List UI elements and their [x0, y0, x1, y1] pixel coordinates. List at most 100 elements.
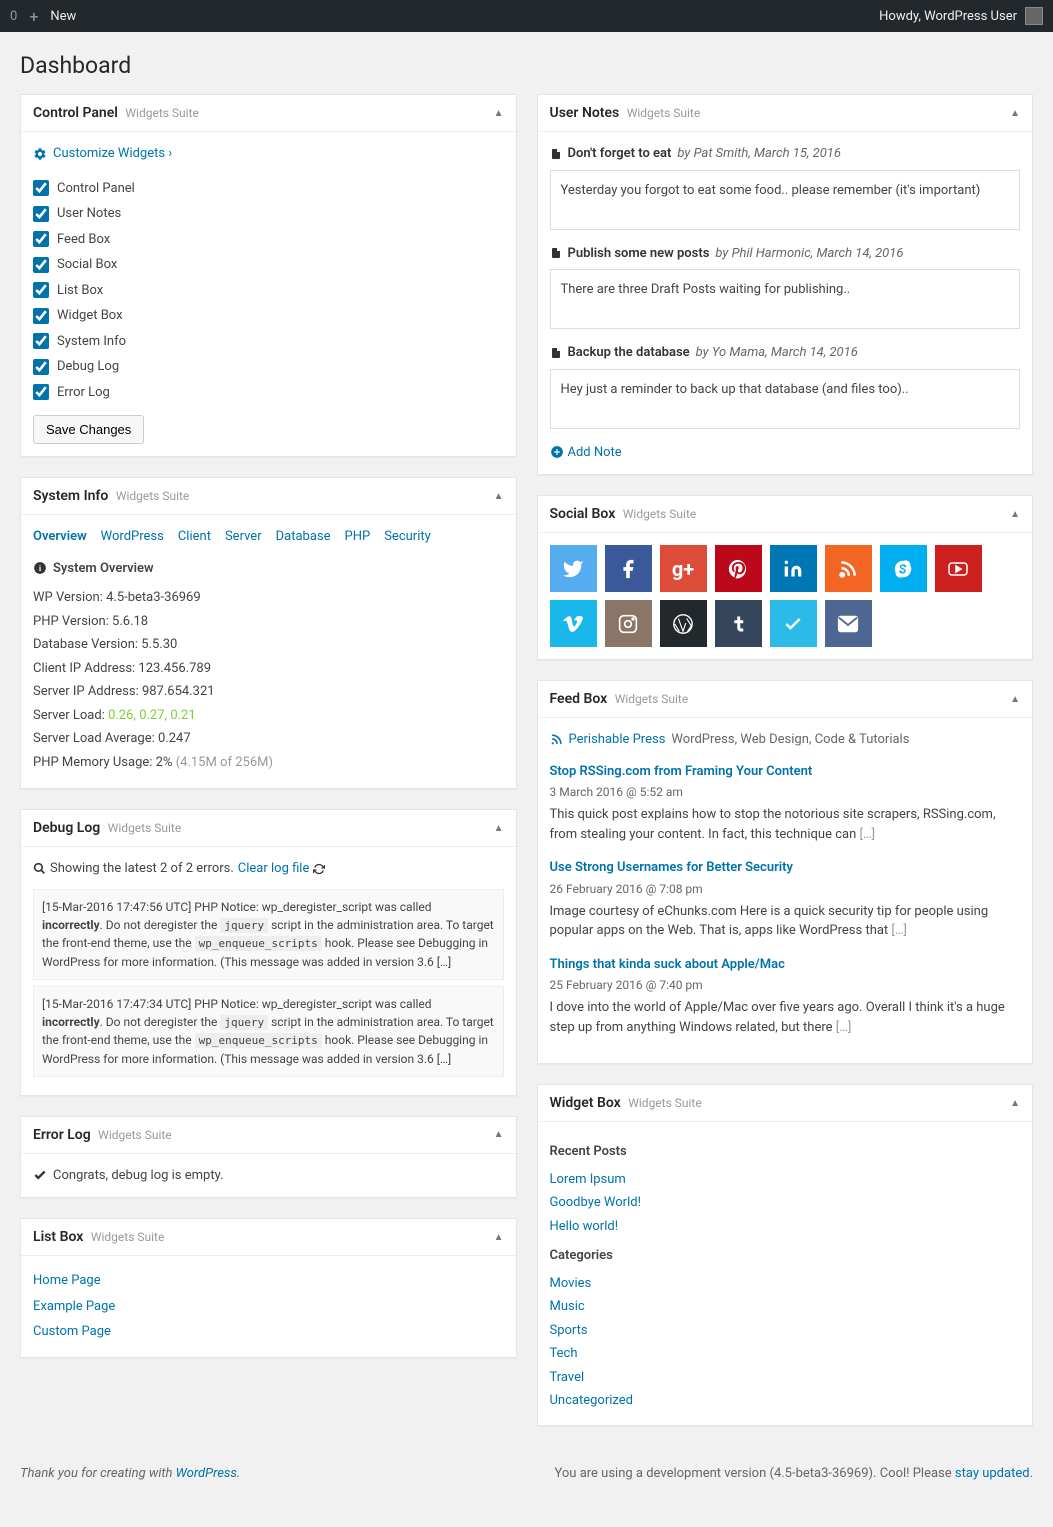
clear-log-link[interactable]: Clear log file — [238, 859, 310, 879]
control-panel-title: Control Panel Widgets Suite — [33, 105, 199, 121]
avatar[interactable] — [1025, 7, 1043, 25]
recent-post-link[interactable]: Hello world! — [550, 1219, 619, 1234]
rss-icon[interactable] — [825, 545, 872, 592]
widget-checkbox[interactable] — [33, 333, 49, 349]
php-memory: PHP Memory Usage: 2% (4.15M of 256M) — [33, 753, 504, 773]
foursquare-icon[interactable] — [770, 600, 817, 647]
feed-item-title[interactable]: Stop RSSing.com from Framing Your Conten… — [550, 762, 1021, 782]
category-link[interactable]: Tech — [550, 1346, 578, 1361]
checkbox-row: Control Panel — [33, 176, 504, 202]
widget-checkbox[interactable] — [33, 257, 49, 273]
note-meta: by Phil Harmonic, March 14, 2016 — [715, 244, 903, 264]
wordpress-link[interactable]: WordPress. — [176, 1466, 241, 1481]
checkbox-label: Debug Log — [57, 357, 119, 377]
log-entry: [15-Mar-2016 17:47:34 UTC] PHP Notice: w… — [33, 986, 504, 1077]
widget-checkbox[interactable] — [33, 231, 49, 247]
customize-widgets-link[interactable]: Customize Widgets › — [53, 144, 172, 164]
category-link[interactable]: Sports — [550, 1323, 588, 1338]
tab-server[interactable]: Server — [225, 527, 262, 547]
checkbox-row: Feed Box — [33, 227, 504, 253]
toggle-icon[interactable]: ▲ — [1010, 509, 1020, 520]
tab-database[interactable]: Database — [276, 527, 331, 547]
checkbox-label: Widget Box — [57, 306, 123, 326]
checkbox-label: Feed Box — [57, 230, 110, 250]
toggle-icon[interactable]: ▲ — [494, 1129, 504, 1140]
twitter-icon[interactable] — [550, 545, 597, 592]
category-link[interactable]: Travel — [550, 1370, 585, 1385]
recent-post-link[interactable]: Goodbye World! — [550, 1195, 641, 1210]
admin-bar-left: 0 + New — [10, 7, 76, 26]
instagram-icon[interactable] — [605, 600, 652, 647]
toggle-icon[interactable]: ▲ — [1010, 1098, 1020, 1109]
category-link[interactable]: Music — [550, 1299, 585, 1314]
note-title: Publish some new posts — [568, 244, 710, 264]
skype-icon[interactable] — [880, 545, 927, 592]
toggle-icon[interactable]: ▲ — [494, 491, 504, 502]
php-version: PHP Version: 5.6.18 — [33, 612, 504, 632]
feed-item-title[interactable]: Use Strong Usernames for Better Security — [550, 858, 1021, 878]
toggle-icon[interactable]: ▲ — [494, 823, 504, 834]
tab-wordpress[interactable]: WordPress — [101, 527, 164, 547]
feed-box-widget: Feed Box Widgets Suite ▲ Perishable Pres… — [537, 680, 1034, 1064]
feed-item-excerpt: I dove into the world of Apple/Mac over … — [550, 998, 1021, 1037]
document-icon — [550, 147, 562, 161]
note-meta: by Pat Smith, March 15, 2016 — [677, 144, 841, 164]
feed-source-link[interactable]: Perishable Press — [569, 730, 666, 750]
user-notes-widget: User Notes Widgets Suite ▲ Don't forget … — [537, 94, 1034, 475]
recent-post-link[interactable]: Lorem Ipsum — [550, 1172, 626, 1187]
tab-php[interactable]: PHP — [345, 527, 371, 547]
feed-item: Use Strong Usernames for Better Security… — [550, 858, 1021, 941]
new-link[interactable]: New — [50, 9, 76, 24]
social-box-widget: Social Box Widgets Suite ▲ g+ — [537, 495, 1034, 660]
toggle-icon[interactable]: ▲ — [1010, 108, 1020, 119]
category-link[interactable]: Uncategorized — [550, 1393, 633, 1408]
comment-count[interactable]: 0 — [10, 9, 17, 24]
note-body[interactable]: There are three Draft Posts waiting for … — [550, 269, 1021, 329]
tab-client[interactable]: Client — [178, 527, 211, 547]
feed-item-excerpt: Image courtesy of eChunks.com Here is a … — [550, 902, 1021, 941]
social-box-title: Social Box Widgets Suite — [550, 506, 697, 522]
user-notes-title: User Notes Widgets Suite — [550, 105, 701, 121]
widget-checkbox[interactable] — [33, 282, 49, 298]
stay-updated-link[interactable]: stay updated — [955, 1466, 1030, 1481]
toggle-icon[interactable]: ▲ — [494, 1232, 504, 1243]
tumblr-icon[interactable] — [715, 600, 762, 647]
document-icon — [550, 346, 562, 360]
pinterest-icon[interactable] — [715, 545, 762, 592]
toggle-icon[interactable]: ▲ — [494, 108, 504, 119]
list-link[interactable]: Home Page — [33, 1273, 101, 1288]
category-link[interactable]: Movies — [550, 1276, 592, 1291]
email-icon[interactable] — [825, 600, 872, 647]
youtube-icon[interactable] — [935, 545, 982, 592]
widget-checkbox[interactable] — [33, 384, 49, 400]
feed-item-title[interactable]: Things that kinda suck about Apple/Mac — [550, 955, 1021, 975]
add-note-link[interactable]: Add Note — [568, 443, 622, 463]
toggle-icon[interactable]: ▲ — [1010, 694, 1020, 705]
widget-checkbox[interactable] — [33, 180, 49, 196]
save-changes-button[interactable]: Save Changes — [33, 415, 144, 444]
note-body[interactable]: Yesterday you forgot to eat some food.. … — [550, 170, 1021, 230]
wordpress-icon[interactable] — [660, 600, 707, 647]
note-body[interactable]: Hey just a reminder to back up that data… — [550, 369, 1021, 429]
widget-checkbox[interactable] — [33, 359, 49, 375]
tab-security[interactable]: Security — [384, 527, 431, 547]
checkbox-row: Error Log — [33, 380, 504, 406]
tab-overview[interactable]: Overview — [33, 527, 87, 547]
thank-you-text: Thank you for creating with — [20, 1466, 176, 1481]
admin-bar-right[interactable]: Howdy, WordPress User — [879, 7, 1043, 25]
vimeo-icon[interactable] — [550, 600, 597, 647]
plus-icon[interactable]: + — [29, 7, 38, 26]
note-item: Publish some new posts by Phil Harmonic,… — [550, 244, 1021, 330]
recent-posts-heading: Recent Posts — [550, 1142, 1021, 1162]
facebook-icon[interactable] — [605, 545, 652, 592]
linkedin-icon[interactable] — [770, 545, 817, 592]
widget-checkbox[interactable] — [33, 206, 49, 222]
checkbox-label: Error Log — [57, 383, 110, 403]
list-link[interactable]: Custom Page — [33, 1324, 111, 1339]
google-plus-icon[interactable]: g+ — [660, 545, 707, 592]
widget-checkbox[interactable] — [33, 308, 49, 324]
list-link[interactable]: Example Page — [33, 1299, 115, 1314]
error-log-title: Error Log Widgets Suite — [33, 1127, 172, 1143]
refresh-icon[interactable] — [313, 863, 325, 875]
checkbox-row: List Box — [33, 278, 504, 304]
